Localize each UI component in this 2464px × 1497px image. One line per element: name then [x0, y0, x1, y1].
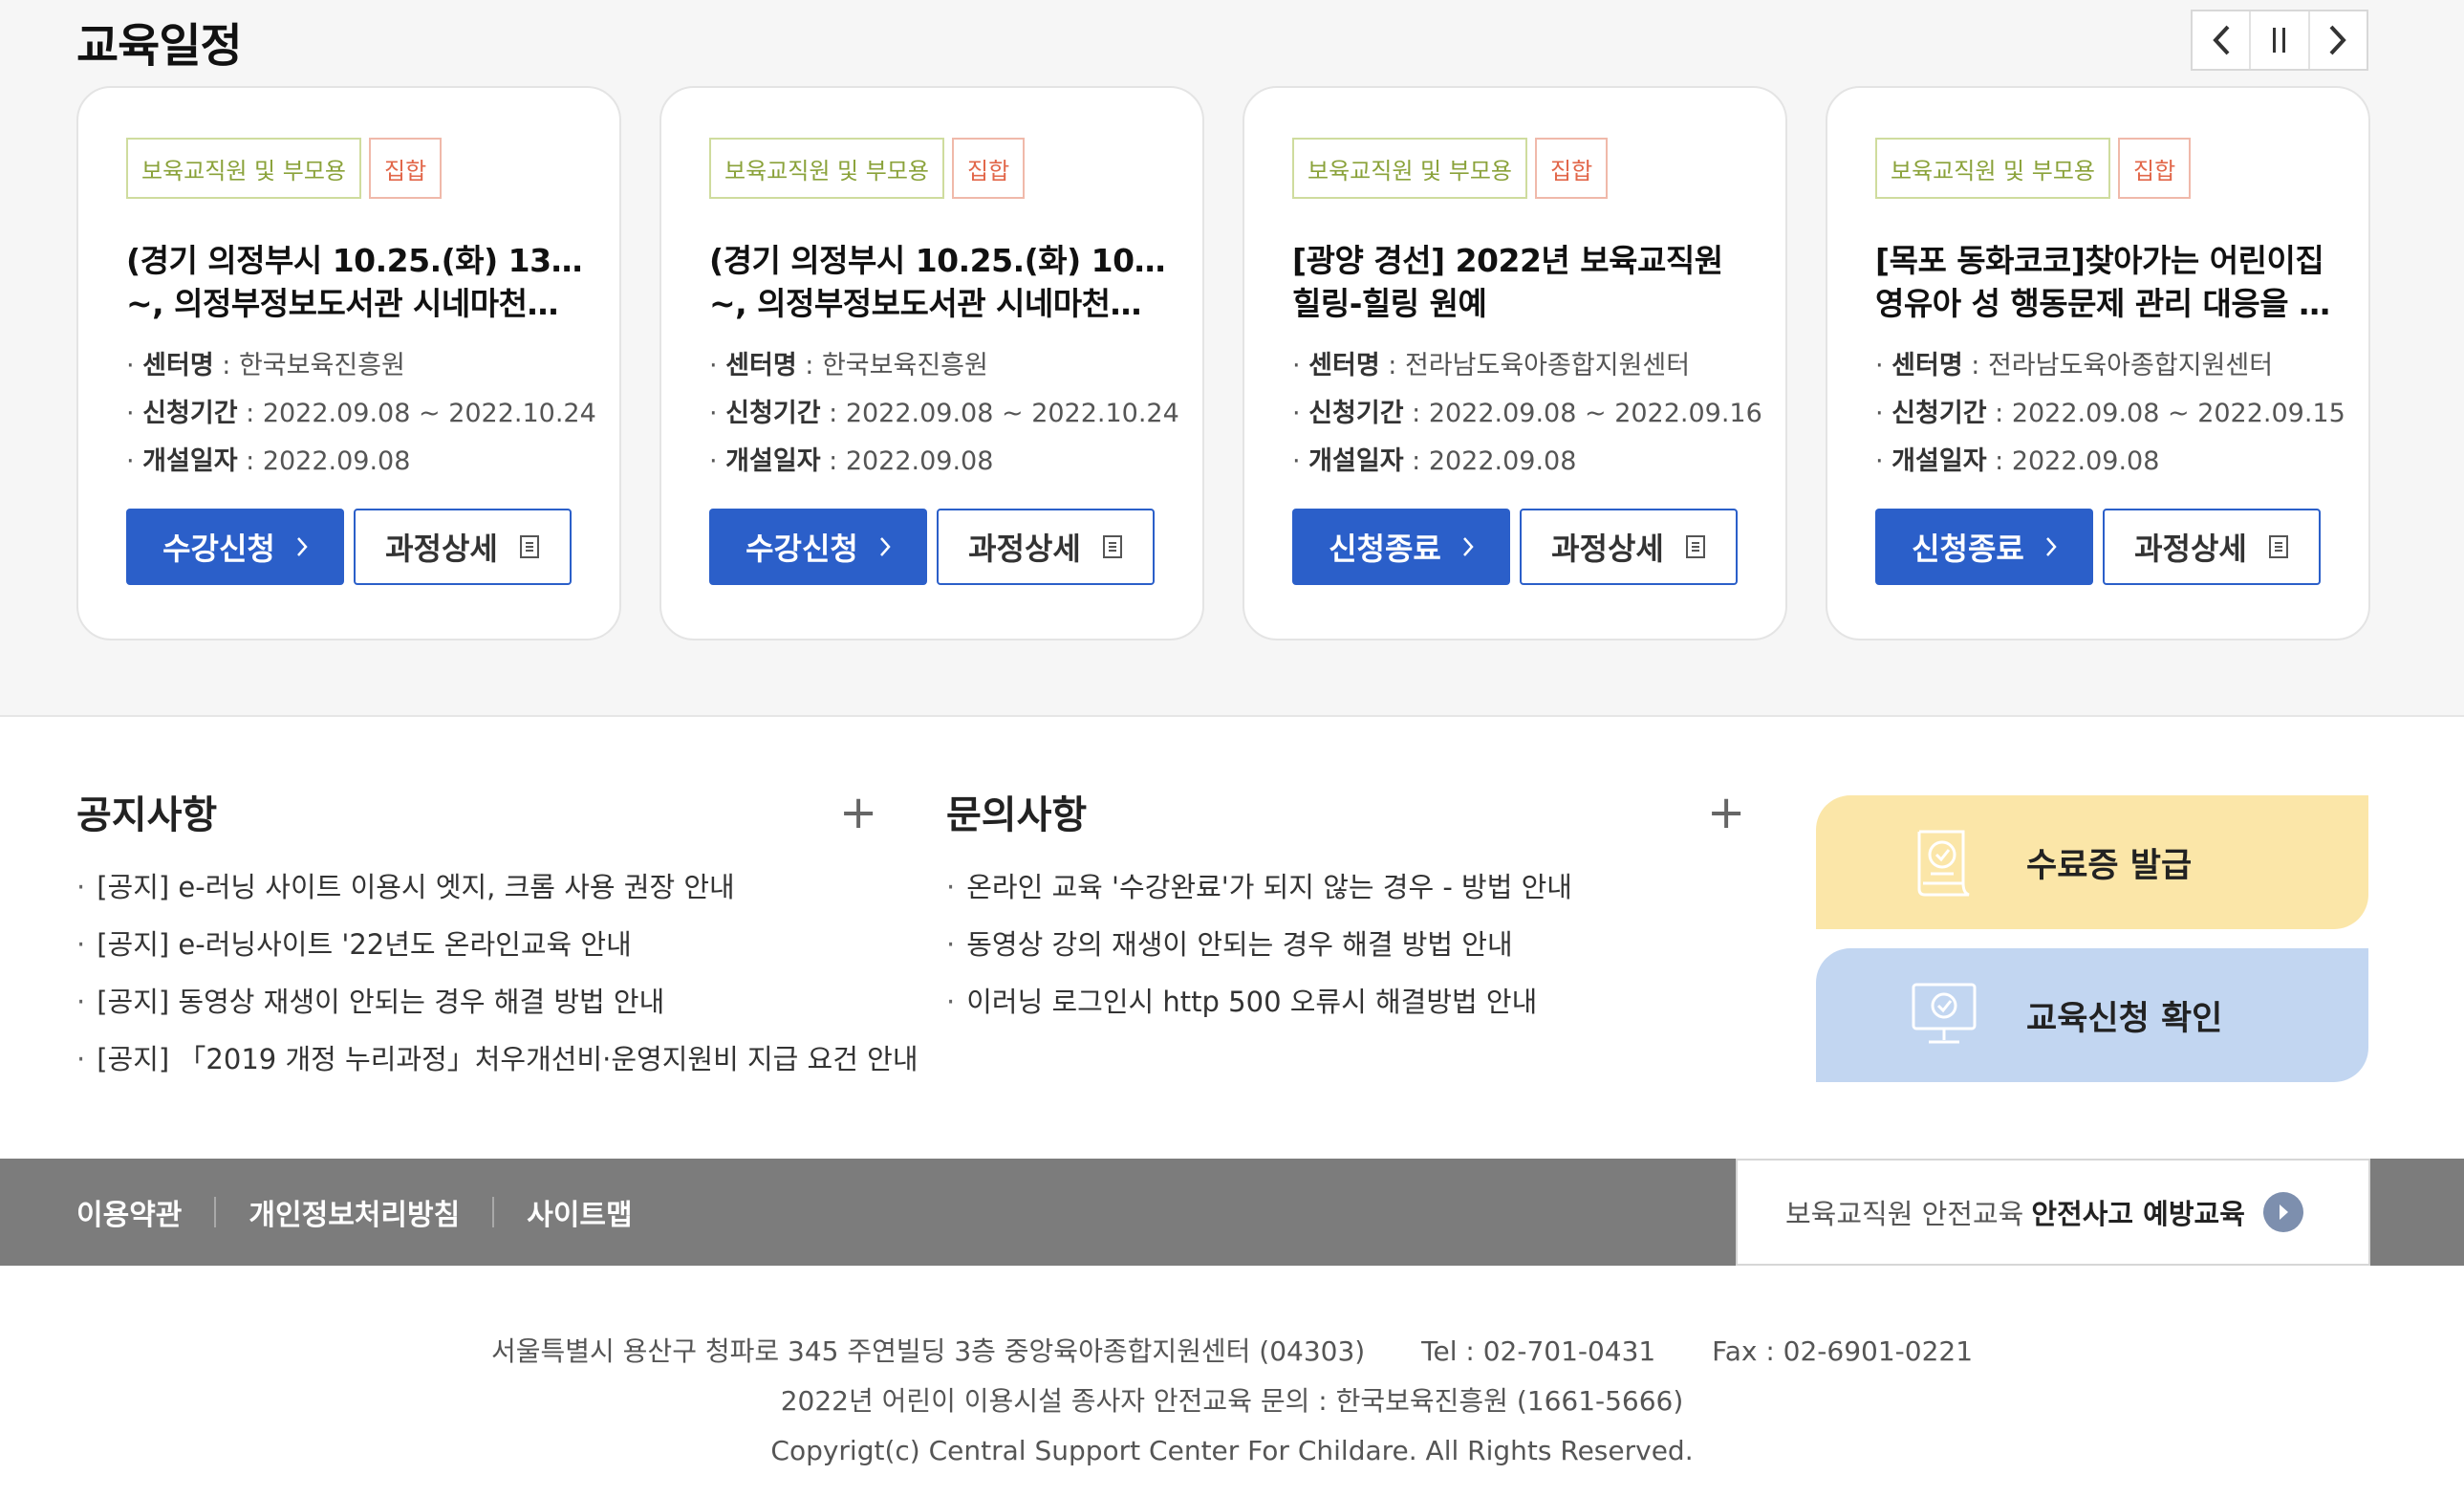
- fax: Fax : 02-6901-0221: [1712, 1335, 1974, 1367]
- inquiry-title[interactable]: 문의사항: [946, 784, 1745, 839]
- notice-board: 공지사항 + [공지] e-러닝 사이트 이용시 엣지, 크롬 사용 권장 안내…: [76, 784, 919, 1075]
- type-badge: 집합: [951, 138, 1026, 199]
- terms-link[interactable]: 이용약관: [76, 1191, 182, 1233]
- copyright: Copyrigt(c) Central Support Center For C…: [770, 1435, 1694, 1466]
- notice-title[interactable]: 공지사항: [76, 784, 875, 839]
- type-badge: 집합: [368, 138, 443, 199]
- target-badge: 보육교직원 및 부모용: [126, 138, 361, 199]
- enroll-button[interactable]: 수강신청: [709, 509, 927, 585]
- target-badge: 보육교직원 및 부모용: [1292, 138, 1527, 199]
- pause-button[interactable]: [2251, 11, 2310, 69]
- list-item[interactable]: 온라인 교육 '수강완료'가 되지 않는 경우 - 방법 안내: [946, 858, 1572, 916]
- chevron-right-icon: [296, 537, 308, 556]
- list-item[interactable]: [공지] e-러닝 사이트 이용시 엣지, 크롬 사용 권장 안내: [76, 858, 919, 916]
- plus-icon[interactable]: +: [1707, 784, 1745, 841]
- list-item[interactable]: 동영상 강의 재생이 안되는 경우 해결 방법 안내: [946, 916, 1572, 973]
- footer-info: 서울특별시 용산구 청파로 345 주연빌딩 3층 중앙육아종합지원센터 (04…: [0, 1327, 2464, 1476]
- arrow-circle-icon: [2262, 1192, 2303, 1232]
- tel: Tel : 02-701-0431: [1421, 1335, 1656, 1367]
- course-detail-button[interactable]: 과정상세: [354, 509, 572, 585]
- prev-button[interactable]: [2193, 11, 2252, 69]
- application-closed-button[interactable]: 신청종료: [1292, 509, 1510, 585]
- monitor-check-icon: [1912, 983, 1977, 1044]
- chevron-right-icon: [879, 537, 891, 556]
- course-card: 보육교직원 및 부모용 집합 (경기 의정부시 10.25.(화) 10:00 …: [659, 86, 1204, 640]
- chevron-right-icon: [1462, 537, 1474, 556]
- course-title[interactable]: [목포 동화코코]찾아가는 어린이집 영유아 성 행동문제 관리 대응을 …: [1875, 239, 2344, 325]
- chevron-left-icon: [2212, 25, 2230, 55]
- course-detail-button[interactable]: 과정상세: [1520, 509, 1738, 585]
- safety-education-link[interactable]: 보육교직원 안전교육 안전사고 예방교육: [1736, 1159, 2370, 1266]
- course-detail-button[interactable]: 과정상세: [937, 509, 1155, 585]
- schedule-title: 교육일정: [76, 19, 243, 73]
- certificate-icon: [1917, 830, 1970, 897]
- list-item[interactable]: [공지] e-러닝사이트 '22년도 온라인교육 안내: [76, 916, 919, 973]
- course-info: · 센터명 : 전라남도육아종합지원센터 · 신청기간 : 2022.09.08…: [1292, 351, 1762, 476]
- enroll-button[interactable]: 수강신청: [126, 509, 344, 585]
- target-badge: 보육교직원 및 부모용: [1875, 138, 2110, 199]
- pause-icon: [2272, 28, 2285, 53]
- schedule-section: 교육일정 보육교직원 및 부모용 집합 (경기 의정부시 10.25.(화) 1…: [0, 0, 2464, 717]
- course-title[interactable]: (경기 의정부시 10.25.(화) 10:00 ~, 의정부정보도서관 시네마…: [709, 239, 1178, 325]
- footer-links: 이용약관 개인정보처리방침 사이트맵: [76, 1159, 633, 1266]
- privacy-policy-link[interactable]: 개인정보처리방침: [249, 1191, 460, 1233]
- sitemap-link[interactable]: 사이트맵: [527, 1191, 632, 1233]
- course-card: 보육교직원 및 부모용 집합 [목포 동화코코]찾아가는 어린이집 영유아 성 …: [1826, 86, 2370, 640]
- next-button[interactable]: [2310, 11, 2367, 69]
- list-item[interactable]: 이러닝 로그인시 http 500 오류시 해결방법 안내: [946, 973, 1572, 1031]
- carousel-controls: [2191, 10, 2368, 71]
- divider: [492, 1197, 495, 1227]
- certificate-button[interactable]: 수료증 발급: [1816, 795, 2368, 929]
- course-info: · 센터명 : 한국보육진흥원 · 신청기간 : 2022.09.08 ~ 20…: [709, 351, 1179, 476]
- application-check-button[interactable]: 교육신청 확인: [1816, 948, 2368, 1082]
- divider: [214, 1197, 217, 1227]
- application-check-label: 교육신청 확인: [2026, 999, 2223, 1038]
- plus-icon[interactable]: +: [839, 784, 877, 841]
- course-title[interactable]: (경기 의정부시 10.25.(화) 13:00 ~, 의정부정보도서관 시네마…: [126, 239, 594, 325]
- document-icon: [519, 535, 539, 558]
- notice-list: [공지] e-러닝 사이트 이용시 엣지, 크롬 사용 권장 안내 [공지] e…: [76, 858, 919, 1088]
- list-item[interactable]: [공지] 「2019 개정 누리과정」처우개선비·운영지원비 지급 요건 안내: [76, 1031, 918, 1088]
- document-icon: [1102, 535, 1122, 558]
- document-icon: [1685, 535, 1705, 558]
- course-title[interactable]: [광양 경선] 2022년 보육교직원 힐링-힐링 원예: [1292, 239, 1761, 325]
- course-info: · 센터명 : 전라남도육아종합지원센터 · 신청기간 : 2022.09.08…: [1875, 351, 2345, 476]
- target-badge: 보육교직원 및 부모용: [709, 138, 944, 199]
- course-detail-button[interactable]: 과정상세: [2103, 509, 2321, 585]
- application-closed-button[interactable]: 신청종료: [1875, 509, 2093, 585]
- course-card: 보육교직원 및 부모용 집합 (경기 의정부시 10.25.(화) 13:00 …: [76, 86, 621, 640]
- course-info: · 센터명 : 한국보육진흥원 · 신청기간 : 2022.09.08 ~ 20…: [126, 351, 596, 476]
- inquiry-list: 온라인 교육 '수강완료'가 되지 않는 경우 - 방법 안내 동영상 강의 재…: [946, 858, 1572, 1031]
- document-icon: [2268, 535, 2288, 558]
- inquiry-contact: 2022년 어린이 이용시설 종사자 안전교육 문의 : 한국보육진흥원 (16…: [780, 1385, 1684, 1417]
- list-item[interactable]: [공지] 동영상 재생이 안되는 경우 해결 방법 안내: [76, 973, 919, 1031]
- address: 서울특별시 용산구 청파로 345 주연빌딩 3층 중앙육아종합지원센터 (04…: [490, 1335, 1366, 1367]
- chevron-right-icon: [2045, 537, 2057, 556]
- type-badge: 집합: [2117, 138, 2192, 199]
- type-badge: 집합: [1534, 138, 1609, 199]
- course-card: 보육교직원 및 부모용 집합 [광양 경선] 2022년 보육교직원 힐링-힐링…: [1243, 86, 1787, 640]
- inquiry-board: 문의사항 + 온라인 교육 '수강완료'가 되지 않는 경우 - 방법 안내 동…: [946, 784, 1745, 1018]
- chevron-right-icon: [2329, 25, 2347, 55]
- certificate-label: 수료증 발급: [2026, 846, 2193, 885]
